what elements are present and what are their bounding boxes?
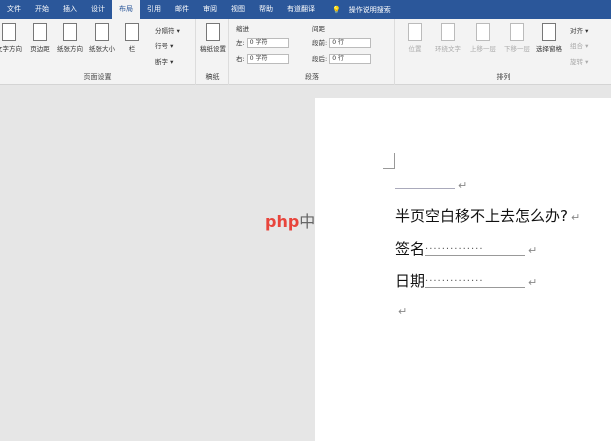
orientation-icon [63, 23, 77, 41]
selection-pane-button[interactable]: 选择窗格 [532, 23, 566, 53]
paragraph-label: 段落 [305, 73, 319, 81]
draft-settings-button[interactable]: 稿纸设置 [198, 23, 228, 53]
tab-file[interactable]: 文件 [0, 0, 28, 19]
orientation-button[interactable]: 纸张方向 [55, 23, 85, 53]
tab-view[interactable]: 视图 [224, 0, 252, 19]
draft-label: 稿纸 [205, 73, 220, 81]
text-direction-icon [2, 23, 16, 41]
bring-forward-icon [476, 23, 490, 41]
lightbulb-icon: 💡 [332, 5, 341, 14]
position-icon [408, 23, 422, 41]
tab-help[interactable]: 帮助 [252, 0, 280, 19]
group-arrange: 位置 环绕文字 上移一层 下移一层 选择窗格 对齐 ▾ 组合 ▾ 旋转 ▾ 排列 [396, 19, 611, 85]
spacing-title: 间距 [312, 25, 325, 33]
indent-right-input[interactable]: 0 字符 [246, 54, 289, 64]
line-numbers-button[interactable]: 行号 ▾ [155, 40, 173, 50]
rotate-button[interactable]: 旋转 ▾ [570, 56, 588, 66]
tab-home[interactable]: 开始 [28, 0, 56, 19]
group-button[interactable]: 组合 ▾ [570, 40, 588, 50]
columns-button[interactable]: 栏 [117, 23, 147, 53]
doc-line-date: 日期·············· ↵ [395, 272, 538, 290]
align-button[interactable]: 对齐 ▾ [570, 25, 588, 35]
tab-design[interactable]: 设计 [84, 0, 112, 19]
group-paragraph: 缩进 左: 0 字符 右: 0 字符 间距 段前: 0 行 段后: 0 行 段落 [230, 19, 395, 85]
indent-title: 缩进 [236, 25, 249, 33]
empty-underline-line: ↵ [395, 175, 467, 193]
page-setup-label: 页面设置 [83, 73, 112, 81]
tab-layout[interactable]: 布局 [112, 0, 140, 19]
tab-youdao[interactable]: 有道翻译 [280, 0, 322, 19]
spacing-before-input[interactable]: 0 行 [329, 38, 372, 48]
doc-line-empty: ↵ [398, 305, 408, 318]
columns-icon [125, 23, 139, 41]
send-backward-button[interactable]: 下移一层 [500, 23, 534, 53]
doc-line-title: 半页空白移不上去怎么办? ↵ [395, 207, 581, 225]
group-draft: 稿纸设置 稿纸 [197, 19, 229, 85]
tab-mailings[interactable]: 邮件 [168, 0, 196, 19]
draft-paper-icon [206, 23, 220, 41]
indent-right: 右: 0 字符 [236, 53, 289, 64]
spacing-after-input[interactable]: 0 行 [329, 54, 372, 64]
indent-left-input[interactable]: 0 字符 [246, 38, 289, 48]
position-button[interactable]: 位置 [400, 23, 430, 53]
corner-mark [383, 153, 395, 169]
tab-review[interactable]: 审阅 [196, 0, 224, 19]
send-backward-icon [510, 23, 524, 41]
tab-insert[interactable]: 插入 [56, 0, 84, 19]
bring-forward-button[interactable]: 上移一层 [466, 23, 500, 53]
ribbon-tabs: 文件 开始 插入 设计 布局 引用 邮件 审阅 视图 帮助 有道翻译 💡 操作说… [0, 0, 611, 19]
document-page[interactable]: ↵ 半页空白移不上去怎么办? ↵ 签名·············· ↵ 日期····… [315, 98, 611, 441]
size-icon [95, 23, 109, 41]
spacing-before: 段前: 0 行 [312, 37, 372, 48]
arrange-label: 排列 [496, 73, 511, 81]
breaks-button[interactable]: 分隔符 ▾ [155, 25, 180, 35]
margins-button[interactable]: 页边距 [25, 23, 55, 53]
group-page-setup: 文字方向 页边距 纸张方向 纸张大小 栏 分隔符 ▾ 行号 ▾ 断字 ▾ 页面设… [0, 19, 196, 85]
size-button[interactable]: 纸张大小 [87, 23, 117, 53]
selection-pane-icon [542, 23, 556, 41]
margins-icon [33, 23, 47, 41]
indent-left: 左: 0 字符 [236, 37, 289, 48]
wrap-text-icon [441, 23, 455, 41]
ribbon: 文字方向 页边距 纸张方向 纸张大小 栏 分隔符 ▾ 行号 ▾ 断字 ▾ 页面设… [0, 19, 611, 85]
wrap-text-button[interactable]: 环绕文字 [430, 23, 466, 53]
hyphenation-button[interactable]: 断字 ▾ [155, 56, 173, 66]
tab-references[interactable]: 引用 [140, 0, 168, 19]
text-direction-button[interactable]: 文字方向 [0, 23, 24, 53]
spacing-after: 段后: 0 行 [312, 53, 372, 64]
tell-me-search[interactable]: 💡 操作说明搜索 [332, 5, 391, 15]
doc-line-sign: 签名·············· ↵ [395, 240, 538, 258]
